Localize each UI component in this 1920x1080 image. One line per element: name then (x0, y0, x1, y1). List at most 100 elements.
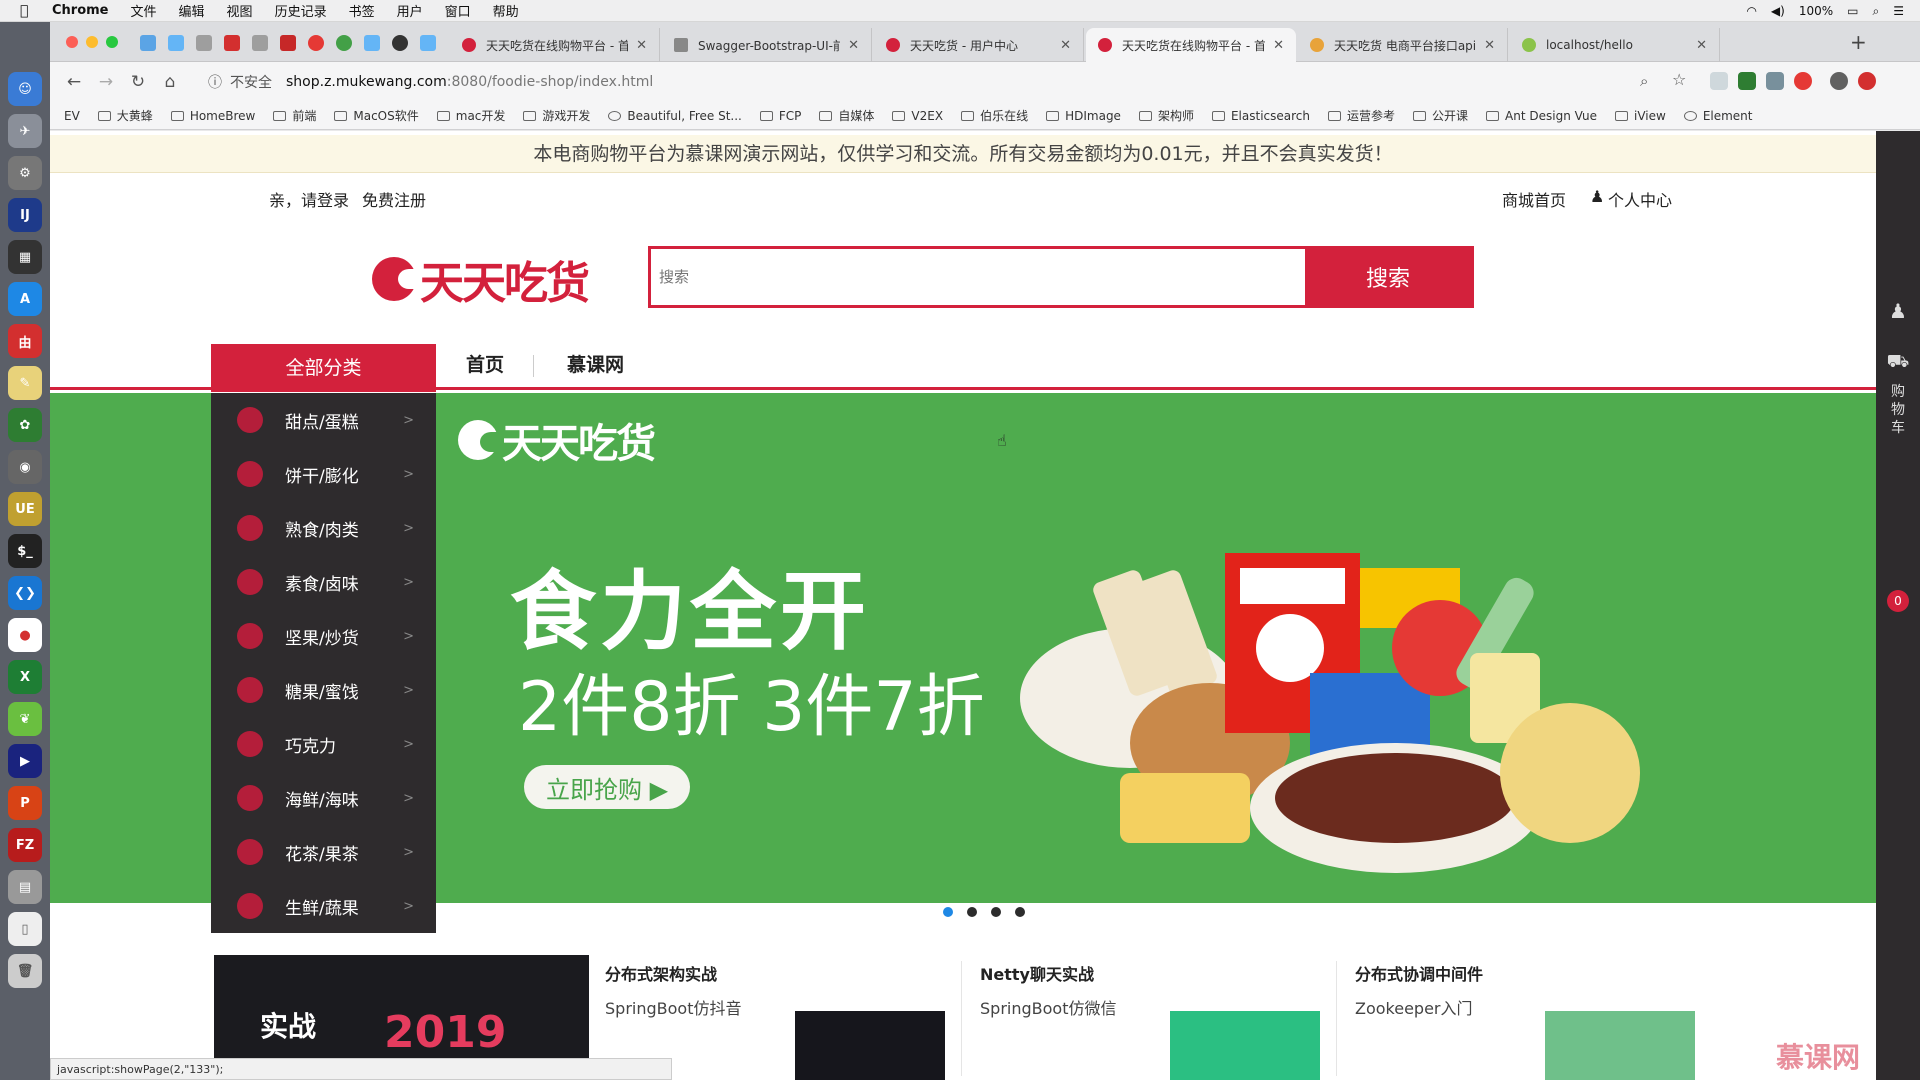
bookmark-item[interactable]: iView (1615, 109, 1666, 123)
menubar-item-view[interactable]: 视图 (227, 1, 253, 20)
course-card[interactable]: 分布式协调中间件 Zookeeper入门 (1355, 961, 1483, 1019)
mall-home-link[interactable]: 商城首页 (1502, 187, 1566, 211)
ultraedit-icon[interactable]: UE (8, 492, 42, 526)
evernote-icon[interactable]: ✿ (8, 408, 42, 442)
buy-now-button[interactable]: 立即抢购 ▶ (524, 765, 690, 809)
bookmark-folder[interactable]: HDImage (1046, 109, 1121, 123)
pinned-tab-icon[interactable] (364, 35, 380, 51)
tab-close-icon[interactable]: ✕ (636, 38, 647, 53)
notification-center-icon[interactable]: ☰ (1893, 4, 1904, 18)
cart-label[interactable]: 购物车 (1888, 383, 1908, 437)
document-icon[interactable]: ▯ (8, 912, 42, 946)
menubar-item-file[interactable]: 文件 (131, 1, 157, 20)
volume-icon[interactable]: ◀) (1771, 4, 1785, 18)
menubar-item-history[interactable]: 历史记录 (275, 1, 327, 20)
site-logo[interactable]: 天天吃货 (372, 249, 590, 309)
pinned-tab-icon[interactable] (280, 35, 296, 51)
adblock-icon[interactable] (1794, 72, 1812, 90)
pinned-tab-icon[interactable] (336, 35, 352, 51)
browser-tab[interactable]: 天天吃货 - 用户中心 ✕ (874, 28, 1084, 62)
bookmark-folder[interactable]: 架构师 (1138, 107, 1194, 124)
chrome-icon[interactable]: ● (8, 618, 42, 652)
menubar-item-edit[interactable]: 编辑 (179, 1, 205, 20)
nav-home[interactable]: 首页 (466, 350, 504, 377)
bookmark-folder[interactable]: mac开发 (436, 107, 505, 124)
login-link[interactable]: 亲，请登录 (269, 187, 349, 211)
menubar-item-window[interactable]: 窗口 (445, 1, 471, 20)
window-maximize-icon[interactable] (106, 36, 118, 48)
tiktok-course-thumbnail[interactable] (795, 1011, 945, 1080)
pinned-tab-icon[interactable] (196, 35, 212, 51)
user-icon[interactable]: ♟ (1876, 299, 1920, 323)
spring-tool-icon[interactable]: ❦ (8, 702, 42, 736)
browser-tab[interactable]: Swagger-Bootstrap-UI-前 ✕ (662, 28, 872, 62)
preview-icon[interactable]: ▤ (8, 870, 42, 904)
category-item[interactable]: 熟食/肉类 > (211, 501, 436, 555)
browser-tab[interactable]: 天天吃货在线购物平台 - 首 ✕ (450, 28, 660, 62)
profile-avatar[interactable] (1830, 72, 1848, 90)
tab-close-icon[interactable]: ✕ (1273, 38, 1284, 53)
github-icon[interactable] (392, 35, 408, 51)
browser-tab-active[interactable]: 天天吃货在线购物平台 - 首 ✕ (1086, 28, 1296, 62)
bookmark-item[interactable]: 运营参考 (1328, 107, 1395, 124)
course-card[interactable]: Netty聊天实战 SpringBoot仿微信 (980, 961, 1116, 1019)
launchpad-icon[interactable]: ✈ (8, 114, 42, 148)
extension-icon[interactable] (1858, 72, 1876, 90)
pinned-tab-icon[interactable] (252, 35, 268, 51)
search-input[interactable] (651, 249, 1305, 305)
reload-button[interactable]: ↻ (122, 72, 154, 92)
search-button[interactable]: 搜索 (1305, 249, 1471, 305)
app-store-icon[interactable]: A (8, 282, 42, 316)
pinned-tab-icon[interactable] (168, 35, 184, 51)
bookmark-folder[interactable]: 前端 (273, 107, 316, 124)
bookmark-folder[interactable]: MacOS软件 (334, 107, 419, 124)
category-item[interactable]: 海鲜/海味 > (211, 771, 436, 825)
category-item[interactable]: 巧克力 > (211, 717, 436, 771)
bookmark-folder[interactable]: 游戏开发 (523, 107, 590, 124)
extension-icon[interactable] (1710, 72, 1728, 90)
category-item[interactable]: 素食/卤味 > (211, 555, 436, 609)
wechat-course-thumbnail[interactable] (1170, 1011, 1320, 1080)
forward-button[interactable]: → (90, 72, 122, 92)
menubar-item-help[interactable]: 帮助 (493, 1, 519, 20)
wifi-icon[interactable]: ◠ (1746, 4, 1756, 18)
bookmark-folder[interactable]: FCP (759, 109, 801, 123)
apple-icon[interactable]:  (20, 3, 38, 19)
window-close-icon[interactable] (66, 36, 78, 48)
pinned-tab-icon[interactable] (140, 35, 156, 51)
tab-close-icon[interactable]: ✕ (1696, 38, 1707, 53)
bookmark-item[interactable]: V2EX (892, 109, 943, 123)
spotlight-icon[interactable]: ⌕ (1873, 4, 1880, 19)
excel-icon[interactable]: X (8, 660, 42, 694)
vue-devtools-icon[interactable] (1738, 72, 1756, 90)
address-bar[interactable]: ⓘ 不安全 shop.z.mukewang.com:8080/foodie-sh… (196, 68, 1716, 96)
filezilla-icon[interactable]: FZ (8, 828, 42, 862)
carousel-dot[interactable] (1015, 907, 1025, 917)
bookmark-folder[interactable]: 公开课 (1413, 107, 1468, 124)
category-item[interactable]: 甜点/蛋糕 > (211, 393, 436, 447)
media-player-icon[interactable]: ▶ (8, 744, 42, 778)
menubar-item-bookmarks[interactable]: 书签 (349, 1, 375, 20)
category-item[interactable]: 坚果/炒货 > (211, 609, 436, 663)
browser-tab[interactable]: 天天吃货 电商平台接口api ✕ (1298, 28, 1508, 62)
vscode-icon[interactable]: ❮❯ (8, 576, 42, 610)
carousel-dot[interactable] (991, 907, 1001, 917)
extension-icon[interactable] (1766, 72, 1784, 90)
pinned-tab-icon[interactable] (224, 35, 240, 51)
bookmark-item[interactable]: Ant Design Vue (1486, 109, 1597, 123)
bookmark-item[interactable]: 大黄蜂 (97, 107, 153, 124)
battery-icon[interactable]: ▭ (1847, 4, 1858, 18)
info-icon[interactable]: ⓘ (208, 72, 222, 92)
pinned-tab-icon[interactable] (308, 35, 324, 51)
carousel-dot[interactable] (943, 907, 953, 917)
bookmark-item[interactable]: Element (1683, 109, 1753, 123)
register-link[interactable]: 免费注册 (362, 187, 426, 211)
bookmark-folder[interactable]: 自媒体 (819, 107, 874, 124)
category-item[interactable]: 花茶/果茶 > (211, 825, 436, 879)
finder-icon[interactable]: ☺ (8, 72, 42, 106)
intellij-icon[interactable]: IJ (8, 198, 42, 232)
tab-close-icon[interactable]: ✕ (848, 38, 859, 53)
nav-imooc[interactable]: 慕课网 (567, 350, 624, 377)
tab-close-icon[interactable]: ✕ (1484, 38, 1495, 53)
youdao-icon[interactable]: 由 (8, 324, 42, 358)
